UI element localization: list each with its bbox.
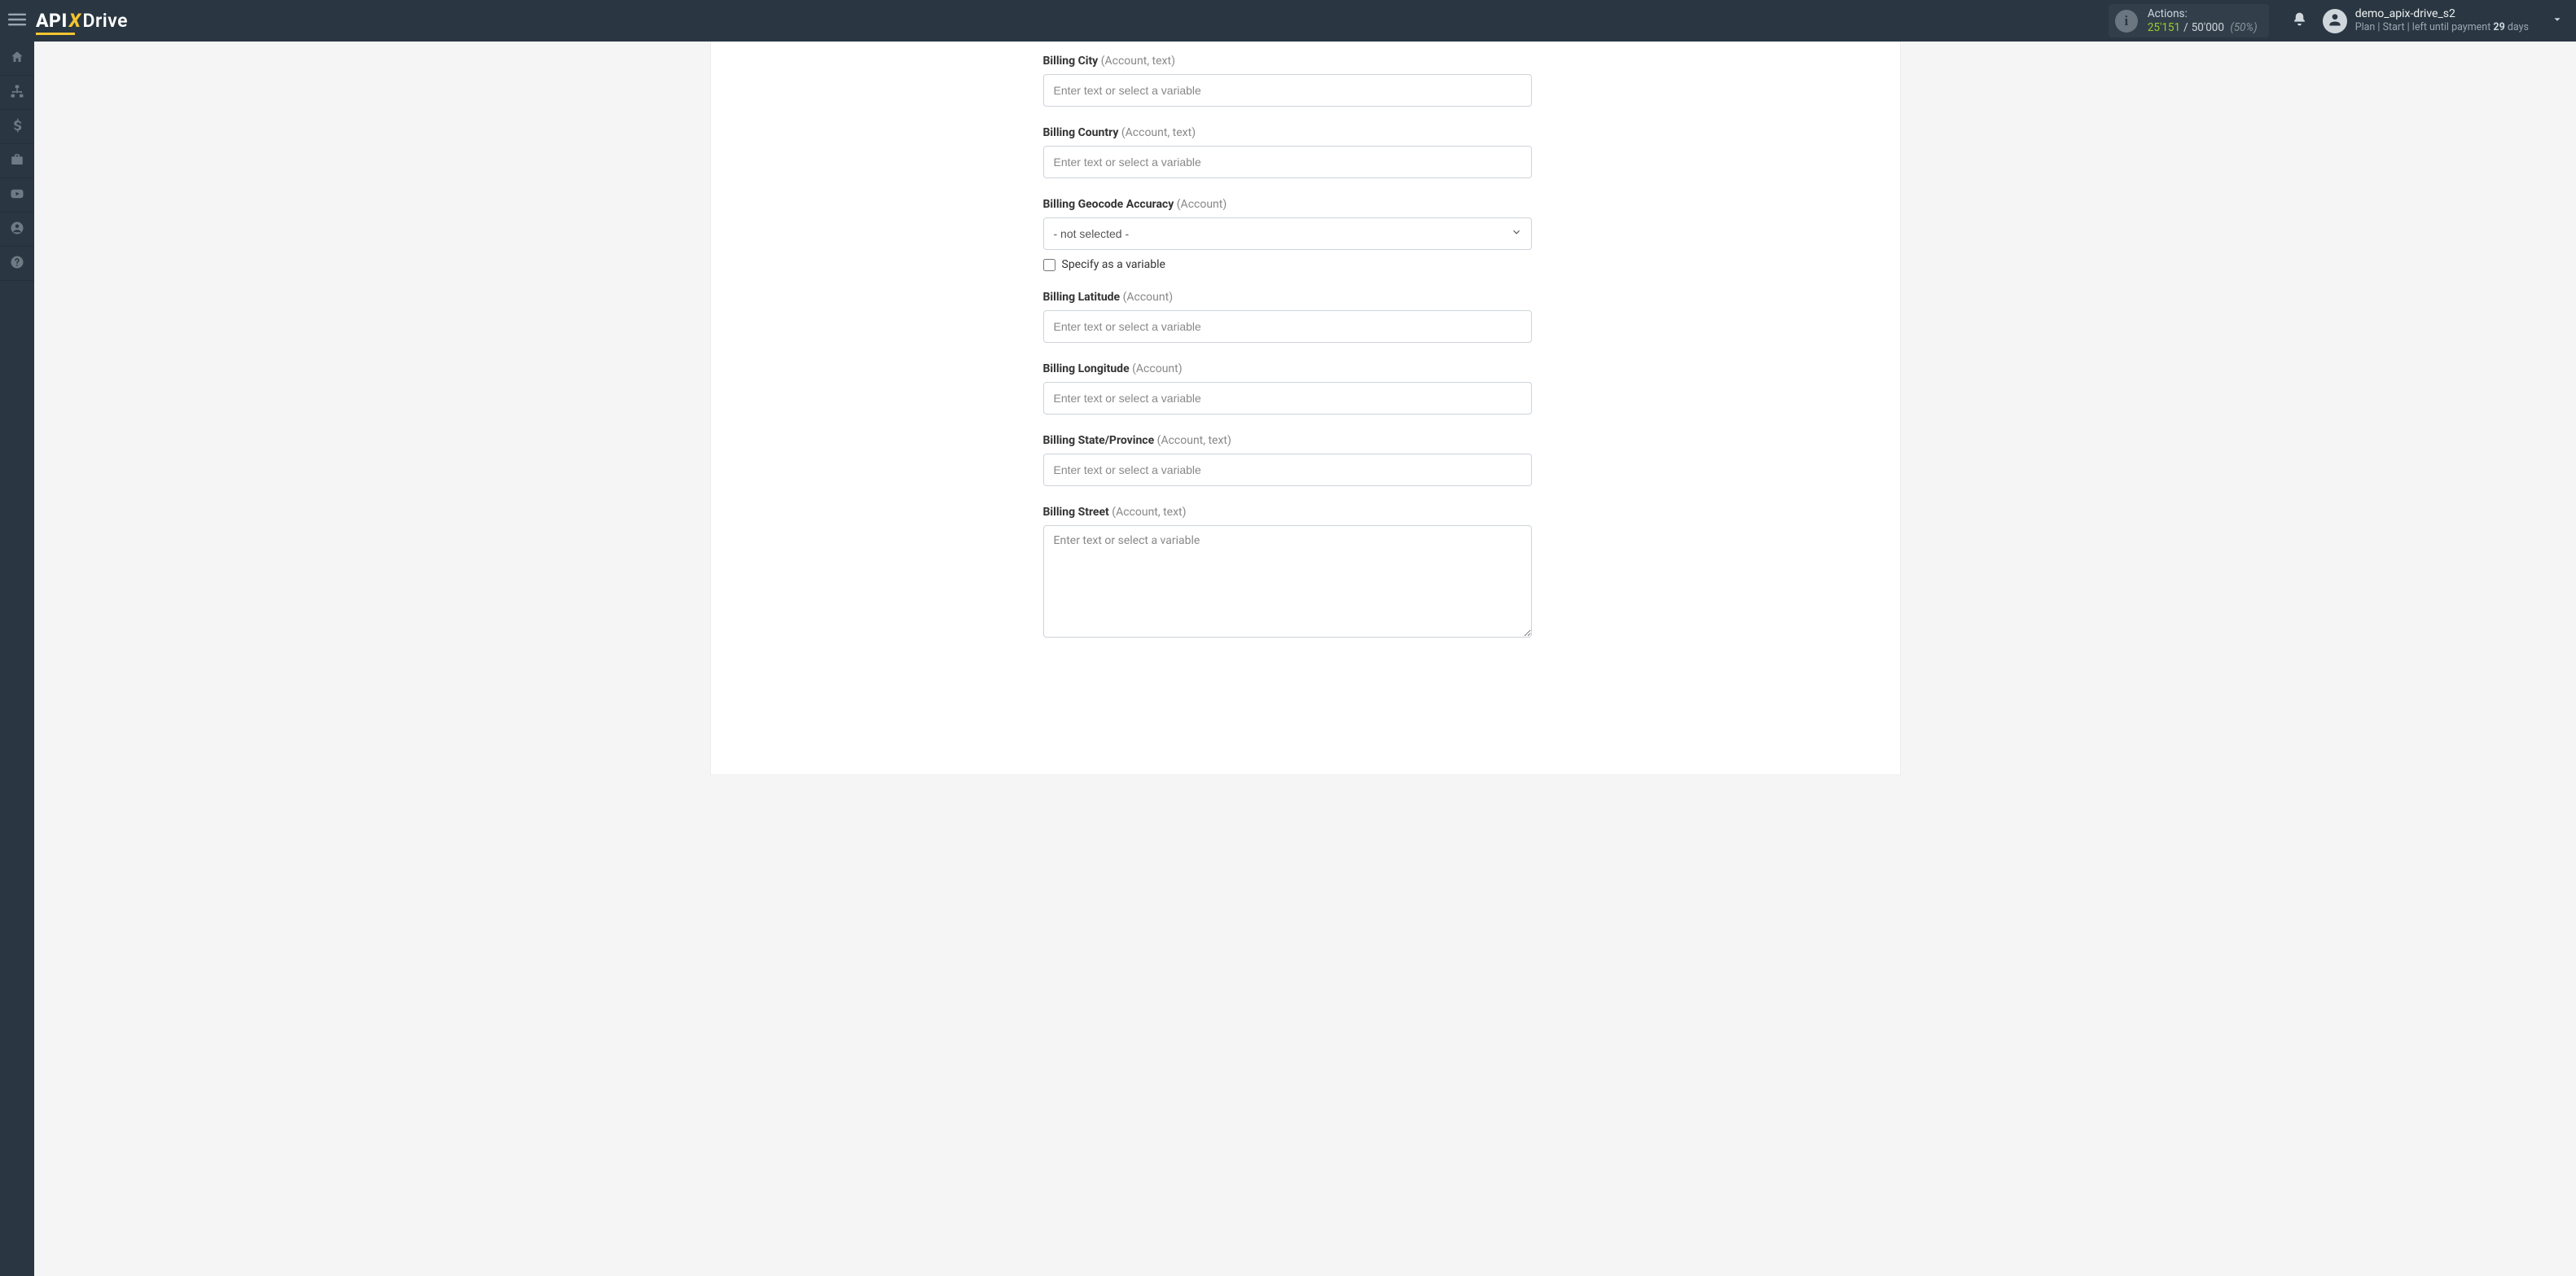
bell-icon [2292,11,2307,30]
briefcase-icon [10,152,24,170]
field-billing-street: Billing Street (Account, text) [1043,506,1532,641]
dollar-icon [10,118,24,136]
input-billing-state[interactable] [1043,454,1532,486]
field-billing-longitude: Billing Longitude (Account) [1043,362,1532,414]
field-billing-latitude: Billing Latitude (Account) [1043,291,1532,343]
label-billing-longitude: Billing Longitude (Account) [1043,362,1532,375]
label-billing-street: Billing Street (Account, text) [1043,506,1532,519]
user-name: demo_apix-drive_s2 [2355,7,2529,22]
label-billing-state: Billing State/Province (Account, text) [1043,434,1532,447]
plan-days: 29 [2493,21,2504,33]
menu-toggle[interactable] [0,11,34,32]
label-text: Billing Longitude [1043,362,1130,375]
label-meta: (Account, text) [1101,55,1175,68]
sitemap-icon [10,84,24,102]
label-billing-geocode: Billing Geocode Accuracy (Account) [1043,198,1532,211]
sidebar-item-help[interactable] [0,247,34,281]
label-meta: (Account, text) [1157,434,1231,447]
actions-sep: / [2180,21,2192,34]
label-text: Billing Street [1043,506,1109,519]
user-plan-line: Plan | Start | left until payment 29 day… [2355,21,2529,34]
page-shell: Billing City (Account, text) Billing Cou… [696,42,1915,774]
plan-suffix: days [2508,21,2529,33]
input-billing-city[interactable] [1043,74,1532,107]
checkbox-label: Specify as a variable [1062,258,1165,271]
user-text: demo_apix-drive_s2 Plan | Start | left u… [2355,7,2529,34]
sidebar-item-marketplace[interactable] [0,144,34,178]
form-card: Billing City (Account, text) Billing Cou… [711,42,1900,774]
label-meta: (Account) [1177,198,1227,211]
label-meta: (Account, text) [1112,506,1186,519]
actions-used: 25'151 [2148,21,2180,34]
field-billing-geocode-accuracy: Billing Geocode Accuracy (Account) - not… [1043,198,1532,271]
hamburger-icon [8,11,26,32]
input-billing-country[interactable] [1043,146,1532,178]
info-icon: i [2115,10,2138,33]
actions-counter[interactable]: i Actions: 25'151/50'000 (50%) [2109,4,2269,38]
actions-label: Actions: [2148,7,2258,21]
field-billing-city: Billing City (Account, text) [1043,55,1532,107]
form-area: Billing City (Account, text) Billing Cou… [1043,42,1532,709]
question-icon [10,255,24,273]
sidebar-item-home[interactable] [0,42,34,76]
sidebar-item-connections[interactable] [0,76,34,110]
logo-drive: Drive [83,10,129,32]
checkbox-input[interactable] [1043,259,1055,271]
label-text: Billing Country [1043,126,1119,139]
actions-text: Actions: 25'151/50'000 (50%) [2148,7,2258,35]
select-billing-geocode-accuracy[interactable]: - not selected - [1043,217,1532,250]
actions-row: 25'151/50'000 (50%) [2148,21,2258,35]
input-billing-longitude[interactable] [1043,382,1532,414]
label-text: Billing State/Province [1043,434,1155,447]
youtube-icon [10,186,24,204]
notifications-button[interactable] [2284,11,2316,30]
actions-total: 50'000 [2192,21,2224,34]
label-meta: (Account) [1132,362,1182,375]
sidebar-item-tutorials[interactable] [0,178,34,213]
label-billing-country: Billing Country (Account, text) [1043,126,1532,139]
select-wrap-billing-geocode: - not selected - [1043,217,1532,250]
field-billing-state: Billing State/Province (Account, text) [1043,434,1532,486]
sidebar [0,42,34,1276]
field-billing-country: Billing Country (Account, text) [1043,126,1532,178]
label-text: Billing City [1043,55,1099,68]
checkbox-specify-as-variable[interactable]: Specify as a variable [1043,258,1532,271]
label-meta: (Account) [1123,291,1173,304]
plan-mid: | left until payment [2407,21,2491,33]
sidebar-item-account[interactable] [0,213,34,247]
topbar: API X Drive i Actions: 25'151/50'000 (50… [0,0,2576,42]
label-billing-city: Billing City (Account, text) [1043,55,1532,68]
brand-logo[interactable]: API X Drive [36,10,128,32]
home-icon [10,50,24,68]
user-menu[interactable]: demo_apix-drive_s2 Plan | Start | left u… [2316,7,2576,34]
user-icon [2327,11,2343,31]
logo-x: X [68,10,83,32]
label-billing-latitude: Billing Latitude (Account) [1043,291,1532,304]
sidebar-item-billing[interactable] [0,110,34,144]
logo-api: API [36,10,68,32]
main-viewport[interactable]: Billing City (Account, text) Billing Cou… [34,42,2576,1276]
label-text: Billing Latitude [1043,291,1121,304]
input-billing-latitude[interactable] [1043,310,1532,343]
plan-prefix: Plan | [2355,21,2381,33]
user-circle-icon [10,221,24,239]
plan-name: Start [2383,21,2405,33]
avatar [2323,9,2347,33]
label-text: Billing Geocode Accuracy [1043,198,1174,211]
textarea-billing-street[interactable] [1043,525,1532,638]
chevron-down-icon [2552,14,2563,29]
label-meta: (Account, text) [1121,126,1196,139]
actions-percent: (50%) [2227,21,2257,34]
